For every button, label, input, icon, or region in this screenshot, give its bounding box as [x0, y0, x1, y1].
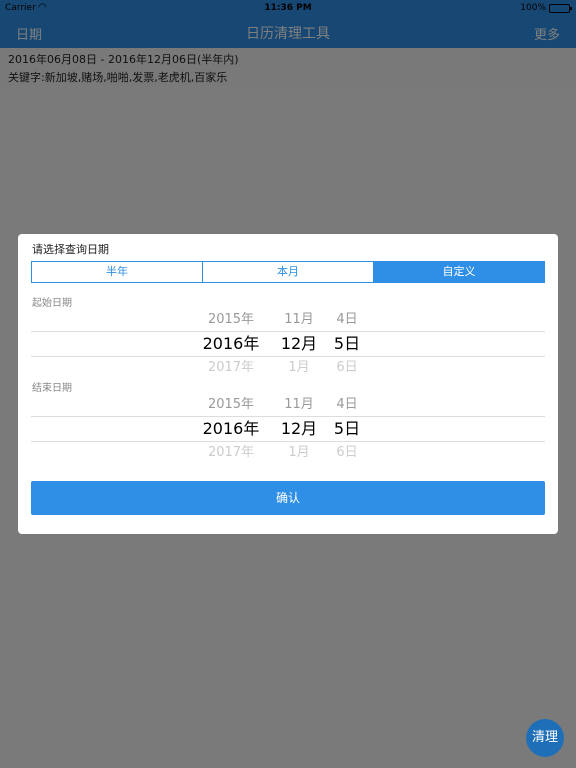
- month-cell: 12月: [280, 419, 318, 438]
- day-cell: 6日: [336, 360, 358, 375]
- year-cell: 2016年: [202, 334, 260, 353]
- day-cell: 6日: [336, 445, 358, 460]
- clean-button[interactable]: 清理: [526, 719, 564, 757]
- range-segmented-control: 半年 本月 自定义: [31, 261, 545, 283]
- segment-custom[interactable]: 自定义: [374, 262, 544, 282]
- dialog-title: 请选择查询日期: [32, 243, 109, 256]
- month-cell: 12月: [280, 334, 318, 353]
- month-cell: 1月: [288, 360, 310, 375]
- start-date-picker[interactable]: 2015年 11月 4日 2016年 12月 5日 2017年 1月 6日: [31, 308, 545, 380]
- day-cell: 4日: [336, 397, 358, 412]
- confirm-button[interactable]: 确认: [31, 481, 545, 515]
- day-cell: 4日: [336, 312, 358, 327]
- year-cell: 2015年: [207, 312, 255, 327]
- year-cell: 2017年: [207, 360, 255, 375]
- picker-row[interactable]: 2015年 11月 4日: [31, 308, 545, 332]
- start-date-label: 起始日期: [32, 298, 72, 309]
- segment-half-year[interactable]: 半年: [32, 262, 203, 282]
- month-cell: 11月: [284, 312, 314, 327]
- segment-this-month[interactable]: 本月: [203, 262, 374, 282]
- year-cell: 2016年: [202, 419, 260, 438]
- end-date-picker[interactable]: 2015年 11月 4日 2016年 12月 5日 2017年 1月 6日: [31, 393, 545, 465]
- picker-row[interactable]: 2017年 1月 6日: [31, 441, 545, 465]
- year-cell: 2017年: [207, 445, 255, 460]
- year-cell: 2015年: [207, 397, 255, 412]
- date-picker-dialog: 请选择查询日期 半年 本月 自定义 起始日期 2015年 11月 4日 2016…: [18, 234, 558, 534]
- end-date-label: 结束日期: [32, 383, 72, 394]
- picker-row-selected[interactable]: 2016年 12月 5日: [31, 332, 545, 356]
- day-cell: 5日: [333, 419, 361, 438]
- day-cell: 5日: [333, 334, 361, 353]
- picker-row[interactable]: 2017年 1月 6日: [31, 356, 545, 380]
- picker-row-selected[interactable]: 2016年 12月 5日: [31, 417, 545, 441]
- month-cell: 11月: [284, 397, 314, 412]
- picker-row[interactable]: 2015年 11月 4日: [31, 393, 545, 417]
- month-cell: 1月: [288, 445, 310, 460]
